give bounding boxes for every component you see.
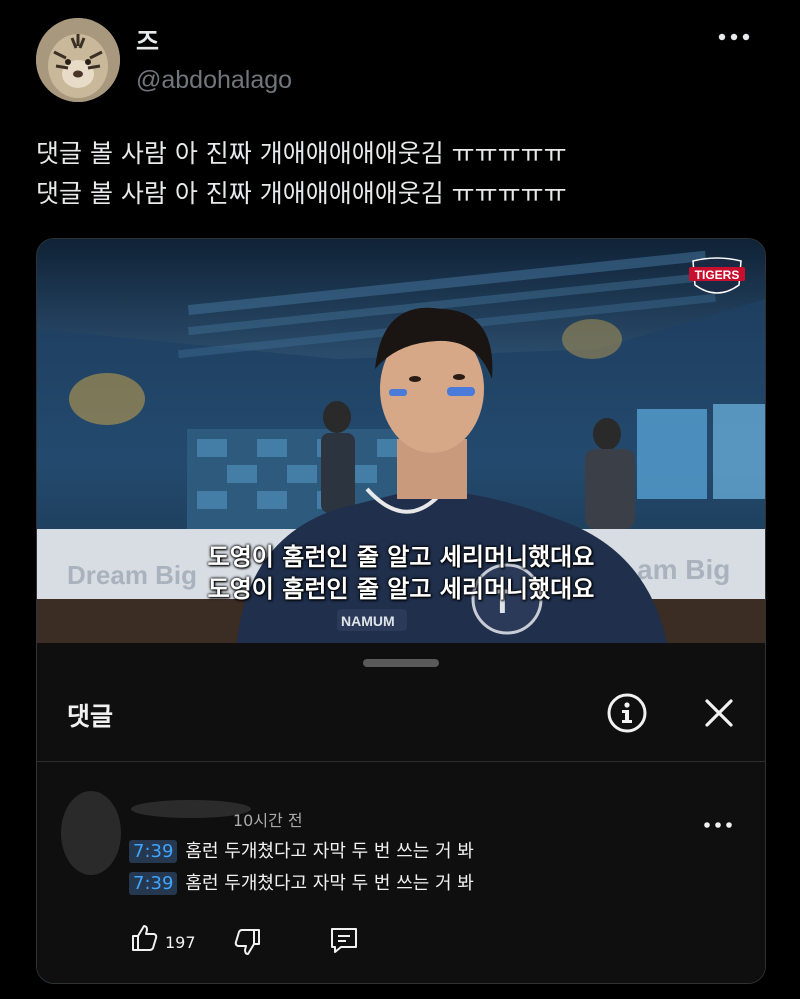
tweet-line: 댓글 볼 사람 아 진짜 개애애애애애웃김 ㅠㅠㅠㅠㅠ <box>36 179 567 208</box>
comment-line: 7:39 홈런 두개쳤다고 자막 두 번 쓰는 거 봐 <box>129 869 474 895</box>
comments-title: 댓글 <box>67 702 114 731</box>
comment-text: 홈런 두개쳤다고 자막 두 번 쓰는 거 봐 <box>185 873 474 894</box>
timestamp-link[interactable]: 7:39 <box>129 840 178 863</box>
video-subtitle-line: 도영이 홈런인 줄 알고 세리머니했대요 <box>207 543 595 571</box>
svg-text:NAMUM: NAMUM <box>341 613 395 629</box>
comment-time: 10시간 전 <box>233 811 303 830</box>
tweet-line: 댓글 볼 사람 아 진짜 개애애애애애웃김 ㅠㅠㅠㅠㅠ <box>36 139 567 168</box>
tweet-text: 댓글 볼 사람 아 진짜 개애애애애애웃김 ㅠㅠㅠㅠㅠ 댓글 볼 사람 아 진짜… <box>36 134 776 214</box>
user-display-name[interactable]: 즈 <box>136 22 159 58</box>
tiger-avatar-icon <box>36 18 120 102</box>
timestamp-link[interactable]: 7:39 <box>129 872 178 895</box>
comment-text: 홈런 두개쳤다고 자막 두 번 쓰는 거 봐 <box>185 841 474 862</box>
tigers-logo-text: TIGERS <box>695 268 740 282</box>
tigers-logo-icon: TIGERS <box>685 255 749 301</box>
comment-line: 7:39 홈런 두개쳤다고 자막 두 번 쓰는 거 봐 <box>129 837 474 863</box>
more-horizontal-icon[interactable] <box>714 22 754 52</box>
video-frame[interactable]: Dream Big am Big T NAMUM TIGERS 도영이 홈런인 … <box>37 239 765 643</box>
more-horizontal-icon[interactable] <box>701 815 735 835</box>
comments-sheet: 댓글 10시간 전 7:39 홈런 두개쳤다고 자막 두 번 쓰는 거 봐 7:… <box>37 643 765 983</box>
thumbs-up-icon[interactable] <box>129 923 159 953</box>
like-count: 197 <box>165 933 196 952</box>
sheet-divider <box>37 761 765 762</box>
reply-icon[interactable] <box>329 925 359 955</box>
info-icon[interactable] <box>605 691 649 735</box>
video-subtitle-line: 도영이 홈런인 줄 알고 세리머니했대요 <box>207 575 595 603</box>
user-handle[interactable]: @abdohalago <box>136 66 292 95</box>
media-card[interactable]: Dream Big am Big T NAMUM TIGERS 도영이 홈런인 … <box>36 238 766 984</box>
user-avatar[interactable] <box>36 18 120 102</box>
thumbs-down-icon[interactable] <box>233 927 263 957</box>
close-icon[interactable] <box>699 691 739 735</box>
drag-handle[interactable] <box>363 659 439 667</box>
